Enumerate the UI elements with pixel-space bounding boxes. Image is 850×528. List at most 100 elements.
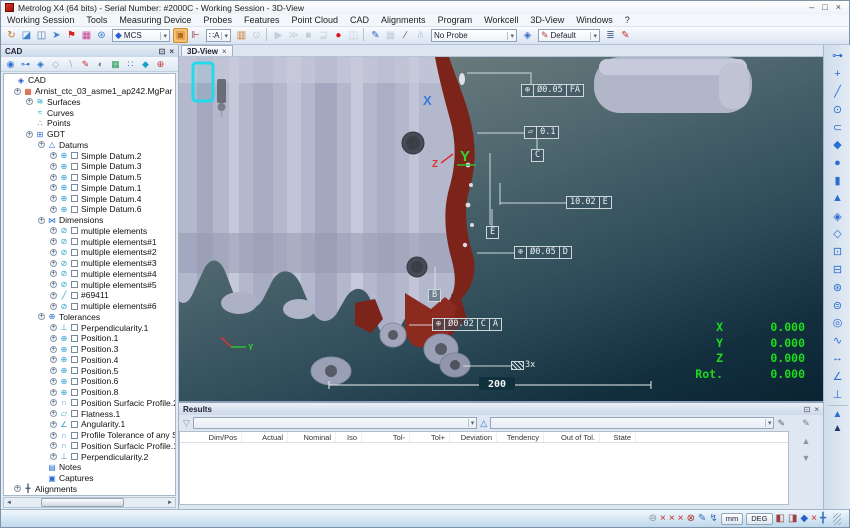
points-icon[interactable]: ∷	[124, 58, 137, 71]
results-column-header[interactable]: Out of Tol.	[544, 432, 600, 442]
line-feature-icon[interactable]: ╱	[829, 83, 846, 101]
point-feature-icon[interactable]: +	[829, 65, 846, 83]
menu-item[interactable]: 3D-View	[524, 15, 570, 25]
scroll-right-icon[interactable]: ►	[165, 500, 175, 506]
tree-item[interactable]: + ≈ Curves	[4, 107, 175, 118]
dimension-filter-icon[interactable]: △	[480, 418, 487, 429]
tree-item[interactable]: + ╱ #69411	[4, 290, 175, 301]
tree-item-checkbox[interactable]	[71, 205, 78, 213]
machine-x-icon[interactable]: ×	[811, 512, 817, 526]
close-panel-icon[interactable]: ×	[169, 47, 174, 56]
menu-item[interactable]: Working Session	[1, 15, 80, 25]
tree-expander-icon[interactable]: +	[50, 227, 57, 235]
alignment-icon[interactable]: ⊥	[829, 385, 846, 403]
stylus-icon[interactable]: ∕	[398, 28, 413, 43]
record-icon[interactable]: ●	[331, 28, 346, 43]
sphere-feature-icon[interactable]: ●	[829, 154, 846, 172]
maximize-button[interactable]: □	[822, 2, 827, 13]
tree-expander-icon[interactable]: +	[50, 453, 57, 461]
circle-feature-icon[interactable]: ⊙	[829, 100, 846, 118]
save-icon[interactable]: ◫	[34, 28, 49, 43]
tree-item[interactable]: + ∴ Points	[4, 118, 175, 129]
tree-item[interactable]: + ⊘ multiple elements#1	[4, 236, 175, 247]
menu-item[interactable]: Program	[432, 15, 479, 25]
tree-item-checkbox[interactable]	[71, 162, 78, 170]
tree-expander-icon[interactable]: +	[26, 98, 33, 106]
tree-expander-icon[interactable]: +	[50, 388, 57, 396]
hexagon-feature-icon[interactable]: ⊛	[829, 278, 846, 296]
menu-item[interactable]: Alignments	[375, 15, 432, 25]
tree-expander-icon[interactable]: +	[50, 410, 57, 418]
tree-item-checkbox[interactable]	[71, 248, 78, 256]
tree-item[interactable]: + ⊘ multiple elements	[4, 226, 175, 237]
halt-icon[interactable]: ⊒	[316, 28, 331, 43]
alignment-circle-icon[interactable]: ⊛	[94, 28, 109, 43]
tree-item[interactable]: + ≋ Surfaces	[4, 97, 175, 108]
tree-item[interactable]: + ∩ Position Surfacic Profile.2	[4, 398, 175, 409]
dro-z-status-icon[interactable]: ×	[678, 512, 684, 526]
tree-item[interactable]: + ⊘ multiple elements#4	[4, 269, 175, 280]
tree-item-checkbox[interactable]	[71, 238, 78, 246]
dimension-10-02-e[interactable]: 10.02 E	[566, 196, 612, 209]
tree-expander-icon[interactable]: +	[50, 399, 57, 407]
tree-item[interactable]: + ▦ Arnist_ctc_03_asme1_ap242.MgPar	[4, 86, 175, 97]
tab-close-icon[interactable]: ×	[222, 47, 227, 56]
tree-item-checkbox[interactable]	[71, 410, 78, 418]
tree-expander-icon[interactable]: +	[38, 313, 45, 321]
tree-item[interactable]: + ⊕ Simple Datum.5	[4, 172, 175, 183]
datum-label-b[interactable]: B	[428, 289, 442, 302]
play-icon[interactable]: ▶	[271, 28, 286, 43]
probe-mode-icon[interactable]: ⊩	[188, 28, 203, 43]
close-button[interactable]: ×	[836, 2, 841, 13]
surface-icon[interactable]: ◆	[139, 58, 152, 71]
tree-item[interactable]: + ⊥ Perpendicularity.1	[4, 322, 175, 333]
model-top-right-piece[interactable]	[594, 57, 752, 113]
count-annotation[interactable]: 3x	[511, 360, 535, 370]
tree-item[interactable]: + ⊞ GDT	[4, 129, 175, 140]
results-column-header[interactable]: Iso	[336, 432, 362, 442]
tree-item[interactable]: + ⊕ Simple Datum.3	[4, 161, 175, 172]
save-program-icon[interactable]: ◫	[346, 28, 361, 43]
tree-item[interactable]: + ◈ CAD	[4, 75, 175, 86]
slot-feature-icon[interactable]: ⊟	[829, 261, 846, 279]
tree-expander-icon[interactable]: +	[50, 420, 57, 428]
plane-feature-icon[interactable]: ◆	[829, 136, 846, 154]
open-icon[interactable]: ◪	[19, 28, 34, 43]
stop-icon[interactable]: ■	[301, 28, 316, 43]
rectangle-feature-icon[interactable]: ⊡	[829, 243, 846, 261]
sort-icon[interactable]: ≣	[603, 28, 618, 43]
tree-item-checkbox[interactable]	[71, 420, 78, 428]
panel-up-blue-icon[interactable]: ▲	[829, 408, 846, 422]
toolbar-icon[interactable]	[265, 28, 269, 41]
tree-item[interactable]: + ∠ Angularity.1	[4, 419, 175, 430]
tree-expander-icon[interactable]: +	[50, 259, 57, 267]
tree-expander-icon[interactable]: +	[50, 345, 57, 353]
tree-item[interactable]: + ⊕ Tolerances	[4, 312, 175, 323]
tree-expander-icon[interactable]: +	[50, 270, 57, 278]
tree-item[interactable]: + ⊘ multiple elements#6	[4, 301, 175, 312]
selected-feature-highlight[interactable]	[191, 61, 215, 103]
machine-axes-icon[interactable]: ╋	[820, 512, 826, 526]
tree-expander-icon[interactable]: +	[38, 216, 45, 224]
tree-expander-icon[interactable]: +	[50, 152, 57, 160]
cone-feature-icon[interactable]: ▲	[829, 189, 846, 207]
resize-grip[interactable]	[833, 512, 841, 525]
tree-expander-icon[interactable]: +	[26, 130, 33, 138]
tree-horizontal-scrollbar[interactable]: ◄ ►	[3, 497, 176, 508]
tree-expander-icon[interactable]: +	[50, 173, 57, 181]
tree-item-checkbox[interactable]	[71, 324, 78, 332]
tree-item-checkbox[interactable]	[71, 302, 78, 310]
session-icon[interactable]: ↻	[4, 28, 19, 43]
move-up-icon[interactable]: ▲	[802, 436, 811, 446]
cylinder-feature-icon[interactable]: ▮	[829, 172, 846, 190]
menu-item[interactable]: ?	[619, 15, 636, 25]
tree-item[interactable]: + ⊕ Simple Datum.1	[4, 183, 175, 194]
tree-item[interactable]: + ⊕ Simple Datum.4	[4, 193, 175, 204]
pin-icon[interactable]: ⊡	[804, 405, 811, 414]
tree-item[interactable]: + ⊕ Simple Datum.6	[4, 204, 175, 215]
probe-dropdown[interactable]: No Probe ▾	[430, 29, 517, 42]
toolbar-icon[interactable]	[362, 28, 366, 41]
tree-item[interactable]: + ⊥ Perpendicularity.2	[4, 451, 175, 462]
tree-expander-icon[interactable]: +	[50, 367, 57, 375]
tree-expander-icon[interactable]: +	[50, 377, 57, 385]
